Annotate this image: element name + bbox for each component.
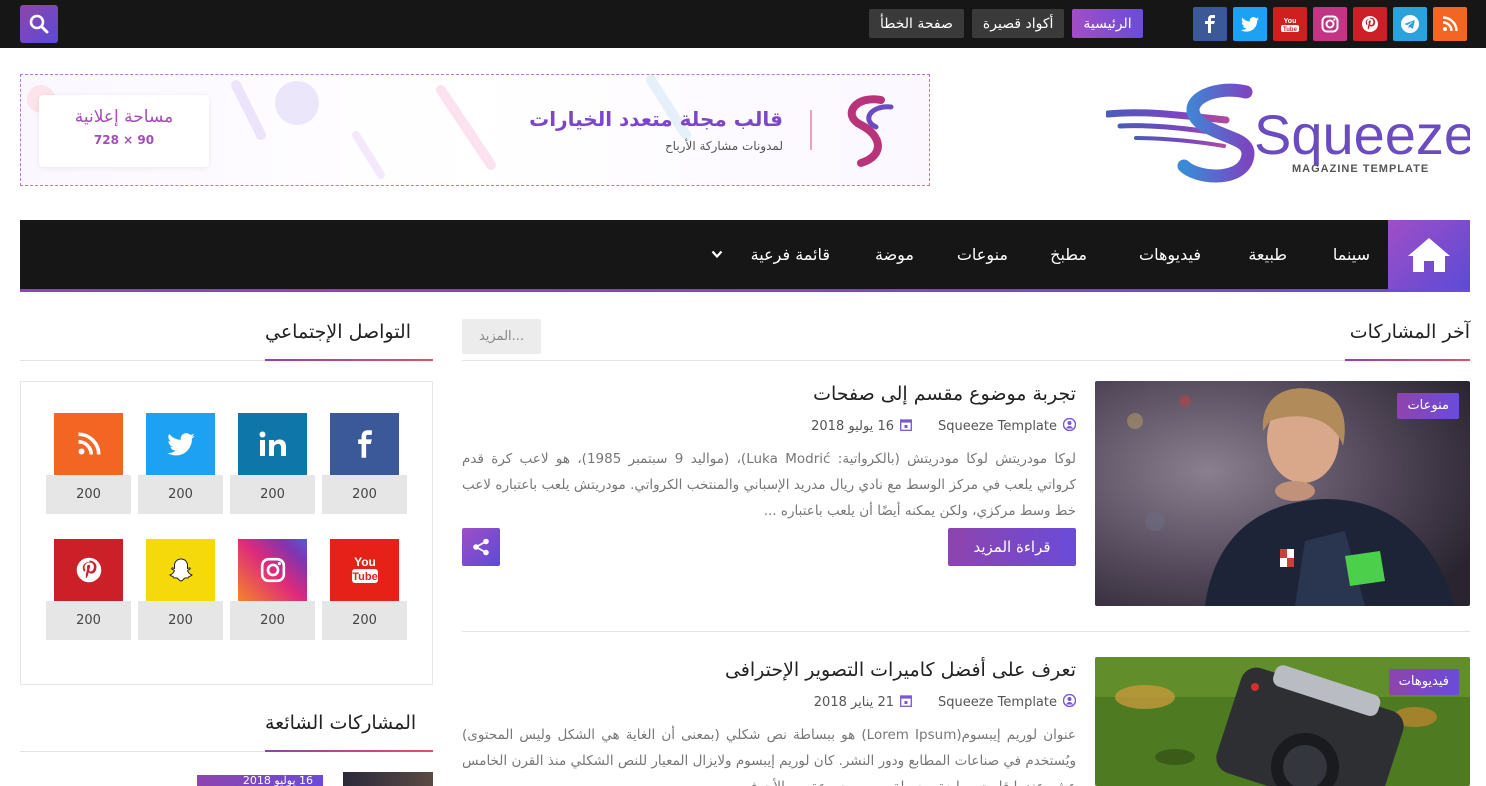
banner-subtitle: لمدونات مشاركة الأرباح <box>664 139 783 153</box>
social-counter-linkedin[interactable]: 200 <box>230 413 315 514</box>
social-count: 200 <box>230 475 315 514</box>
ad-placeholder: مساحة إعلانية 728 × 90 <box>39 95 209 167</box>
post-excerpt: عنوان لوريم إيبسوم(Lorem Ipsum) هو ببساط… <box>462 727 1076 786</box>
social-count: 200 <box>230 601 315 640</box>
popular-posts-title: المشاركات الشائعة <box>265 712 417 734</box>
pinterest-icon <box>54 539 123 606</box>
post-meta: Squeeze Template 16 يوليو 2018 <box>811 417 1077 435</box>
post-author[interactable]: Squeeze Template <box>938 695 1057 710</box>
youtube-icon[interactable]: You Tube <box>1273 7 1307 41</box>
facebook-icon[interactable] <box>1193 7 1227 41</box>
top-links: صفحة الخطأ أكواد قصيرة الرئيسية <box>869 9 1143 38</box>
telegram-icon[interactable] <box>1393 7 1427 41</box>
svg-text:You: You <box>1284 18 1297 25</box>
rss-icon <box>54 413 123 480</box>
svg-text:Tube: Tube <box>352 571 377 583</box>
snapchat-icon <box>146 539 215 606</box>
top-social-icons: You Tube <box>1193 7 1467 41</box>
section-accent <box>1345 359 1470 361</box>
more-button[interactable]: المزيد... <box>462 319 541 354</box>
search-icon <box>29 14 49 34</box>
share-button[interactable] <box>462 528 500 566</box>
top-bar: صفحة الخطأ أكواد قصيرة الرئيسية You Tube <box>0 0 1486 48</box>
category-badge[interactable]: منوعات <box>1397 393 1459 419</box>
social-counter-snapchat[interactable]: 200 <box>138 539 223 640</box>
home-icon <box>1408 237 1450 272</box>
latest-posts-title: آخر المشاركات <box>1349 321 1470 343</box>
social-counter-rss[interactable]: 200 <box>46 413 131 514</box>
nav-item-fashion[interactable]: موضة <box>875 220 914 289</box>
main-nav: سينما طبيعة فيديوهات مطبخ منوعات موضة قا… <box>20 220 1470 292</box>
social-counter-instagram[interactable]: 200 <box>230 539 315 640</box>
social-count: 200 <box>322 601 407 640</box>
calendar-icon <box>900 694 912 711</box>
instagram-icon <box>238 539 307 606</box>
post-date: 16 يوليو 2018 <box>811 419 894 434</box>
social-counter-facebook[interactable]: 200 <box>322 413 407 514</box>
ad-label: مساحة إعلانية <box>74 107 174 127</box>
facebook-icon <box>330 413 399 480</box>
top-link-shortcodes[interactable]: أكواد قصيرة <box>971 9 1065 38</box>
social-count: 200 <box>46 601 131 640</box>
chevron-down-icon[interactable] <box>711 250 723 259</box>
post-excerpt: لوكا مودريتش لوكا مودريتش (بالكرواتية: L… <box>462 451 1076 519</box>
twitter-icon <box>146 413 215 480</box>
popular-post-thumbnail[interactable] <box>343 772 433 786</box>
banner-title: قالب مجلة متعدد الخيارات <box>529 107 783 131</box>
post-title[interactable]: تجربة موضوع مقسم إلى صفحات <box>813 383 1076 405</box>
top-link-error-page[interactable]: صفحة الخطأ <box>869 9 964 38</box>
social-counter-widget: 200 200 200 200 You Tube 200 200 200 200 <box>20 381 433 685</box>
instagram-icon[interactable] <box>1313 7 1347 41</box>
popular-post-date: 16 يوليو 2018 <box>197 775 323 786</box>
social-counter-twitter[interactable]: 200 <box>138 413 223 514</box>
user-icon <box>1062 693 1077 711</box>
social-count: 200 <box>138 601 223 640</box>
logo-wordmark: Squeeze <box>1254 103 1470 166</box>
linkedin-icon <box>238 413 307 480</box>
svg-text:Tube: Tube <box>1283 27 1298 33</box>
post-meta: Squeeze Template 21 يناير 2018 <box>813 693 1077 711</box>
twitter-icon[interactable] <box>1233 7 1267 41</box>
social-count: 200 <box>138 475 223 514</box>
rss-icon[interactable] <box>1433 7 1467 41</box>
post-date: 21 يناير 2018 <box>813 695 894 710</box>
post-author[interactable]: Squeeze Template <box>938 419 1057 434</box>
nav-item-nature[interactable]: طبيعة <box>1248 220 1287 289</box>
nav-item-videos[interactable]: فيديوهات <box>1139 220 1201 289</box>
section-accent <box>265 359 433 361</box>
category-badge[interactable]: فيديوهات <box>1388 669 1459 695</box>
social-counter-youtube[interactable]: You Tube 200 <box>322 539 407 640</box>
nav-item-cinema[interactable]: سينما <box>1333 220 1370 289</box>
social-counter-pinterest[interactable]: 200 <box>46 539 131 640</box>
social-widget-title: التواصل الإجتماعي <box>265 321 411 343</box>
nav-item-kitchen[interactable]: مطبخ <box>1050 220 1087 289</box>
nav-home-button[interactable] <box>1388 220 1470 289</box>
post-thumbnail[interactable]: منوعات <box>1095 381 1470 606</box>
ad-size: 728 × 90 <box>93 133 155 147</box>
post-title[interactable]: تعرف على أفضل كاميرات التصوير الإحترافى <box>725 659 1076 681</box>
read-more-button[interactable]: قراءة المزيد <box>948 528 1076 566</box>
site-logo[interactable]: Squeeze MAGAZINE TEMPLATE <box>1104 74 1475 186</box>
calendar-icon <box>900 418 912 435</box>
top-link-home[interactable]: الرئيسية <box>1072 9 1143 38</box>
logo-tagline: MAGAZINE TEMPLATE <box>1292 163 1429 175</box>
section-accent <box>265 750 433 752</box>
header-ad-banner[interactable]: مساحة إعلانية 728 × 90 قالب مجلة متعدد ا… <box>20 74 930 186</box>
youtube-icon: You Tube <box>330 539 399 606</box>
nav-item-misc[interactable]: منوعات <box>957 220 1008 289</box>
social-count: 200 <box>322 475 407 514</box>
section-divider <box>462 360 1470 361</box>
search-button[interactable] <box>20 5 58 43</box>
post-divider <box>462 631 1470 632</box>
svg-text:You: You <box>354 555 376 569</box>
post-thumbnail[interactable]: فيديوهات <box>1095 657 1470 786</box>
pinterest-icon[interactable] <box>1353 7 1387 41</box>
social-count: 200 <box>46 475 131 514</box>
share-icon <box>473 538 489 556</box>
user-icon <box>1062 417 1077 435</box>
nav-item-submenu[interactable]: قائمة فرعية <box>751 220 830 289</box>
